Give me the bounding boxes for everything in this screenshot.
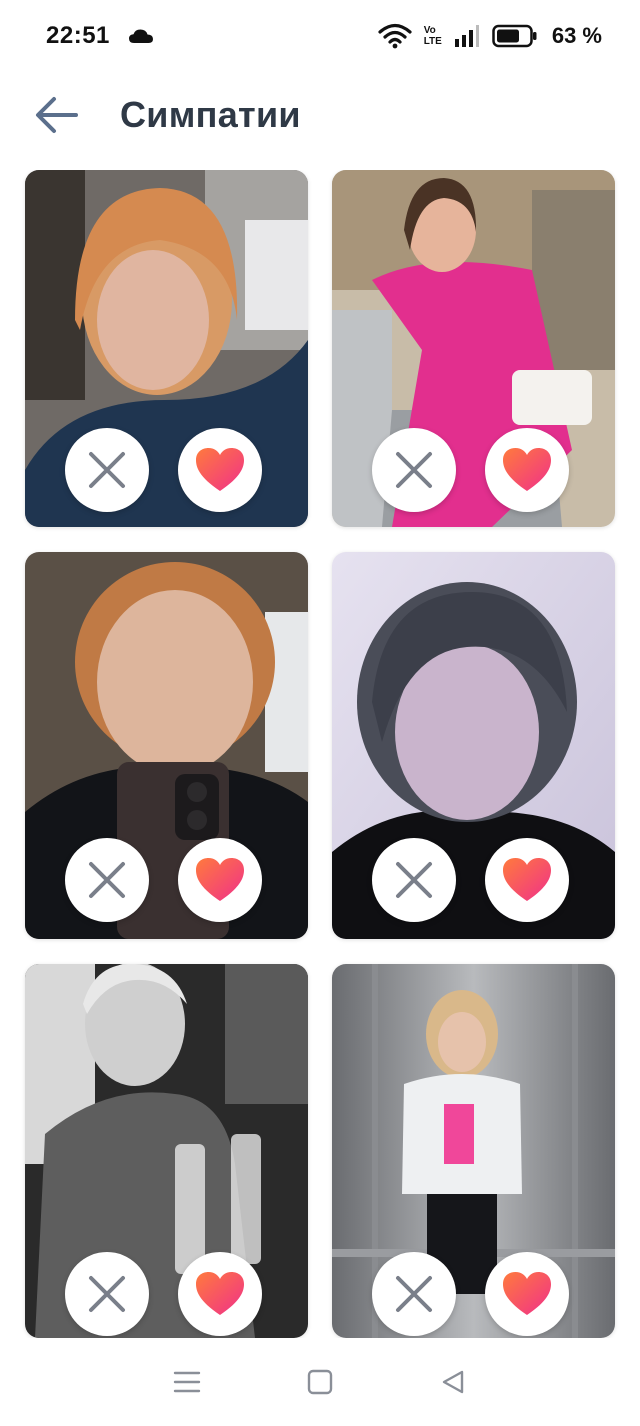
volte-top-label: Vo <box>423 25 436 36</box>
close-icon <box>89 1276 125 1312</box>
battery-percent: 63 % <box>551 23 602 48</box>
close-icon <box>396 862 432 898</box>
dislike-button[interactable] <box>65 428 149 512</box>
dislike-button[interactable] <box>65 1252 149 1336</box>
arrow-left-icon <box>36 97 78 133</box>
dislike-button[interactable] <box>372 428 456 512</box>
status-time: 22:51 <box>46 22 110 49</box>
dislike-button[interactable] <box>65 838 149 922</box>
like-button[interactable] <box>485 838 569 922</box>
heart-icon <box>196 858 244 901</box>
system-nav-bar <box>0 1338 640 1426</box>
profile-card[interactable] <box>332 552 615 939</box>
back-button[interactable] <box>30 92 82 138</box>
heart-icon <box>503 1272 551 1315</box>
profile-card[interactable] <box>332 964 615 1338</box>
profile-card[interactable] <box>332 170 615 527</box>
like-button[interactable] <box>485 428 569 512</box>
page-title: Симпатии <box>120 94 301 135</box>
status-bar: 22:51 Vo LTE 63 % <box>0 0 640 72</box>
likes-grid <box>0 170 640 1338</box>
dislike-button[interactable] <box>372 1252 456 1336</box>
app-header: Симпатии <box>0 72 640 166</box>
cloud-icon <box>128 29 153 43</box>
recent-apps-button[interactable] <box>167 1362 207 1402</box>
battery-icon <box>492 24 537 48</box>
signal-icon <box>454 25 479 47</box>
heart-icon <box>196 1272 244 1315</box>
like-button[interactable] <box>178 838 262 922</box>
home-button[interactable] <box>300 1362 340 1402</box>
heart-icon <box>196 448 244 491</box>
close-icon <box>89 452 125 488</box>
status-icons: Vo LTE 63 % <box>378 23 602 49</box>
wifi-icon <box>378 23 412 49</box>
like-button[interactable] <box>178 428 262 512</box>
volte-bottom-label: LTE <box>423 36 442 47</box>
heart-icon <box>503 448 551 491</box>
like-button[interactable] <box>178 1252 262 1336</box>
menu-icon <box>173 1371 200 1393</box>
close-icon <box>396 1276 432 1312</box>
profile-card[interactable] <box>25 964 308 1338</box>
volte-indicator: Vo LTE <box>424 25 442 47</box>
profile-card[interactable] <box>25 552 308 939</box>
likes-screen: 22:51 Vo LTE 63 % Симпатии <box>0 0 640 1426</box>
close-icon <box>89 862 125 898</box>
dislike-button[interactable] <box>372 838 456 922</box>
square-home-icon <box>307 1369 333 1395</box>
triangle-back-icon <box>443 1370 464 1394</box>
close-icon <box>396 452 432 488</box>
like-button[interactable] <box>485 1252 569 1336</box>
system-back-button[interactable] <box>433 1362 473 1402</box>
profile-card[interactable] <box>25 170 308 527</box>
heart-icon <box>503 858 551 901</box>
